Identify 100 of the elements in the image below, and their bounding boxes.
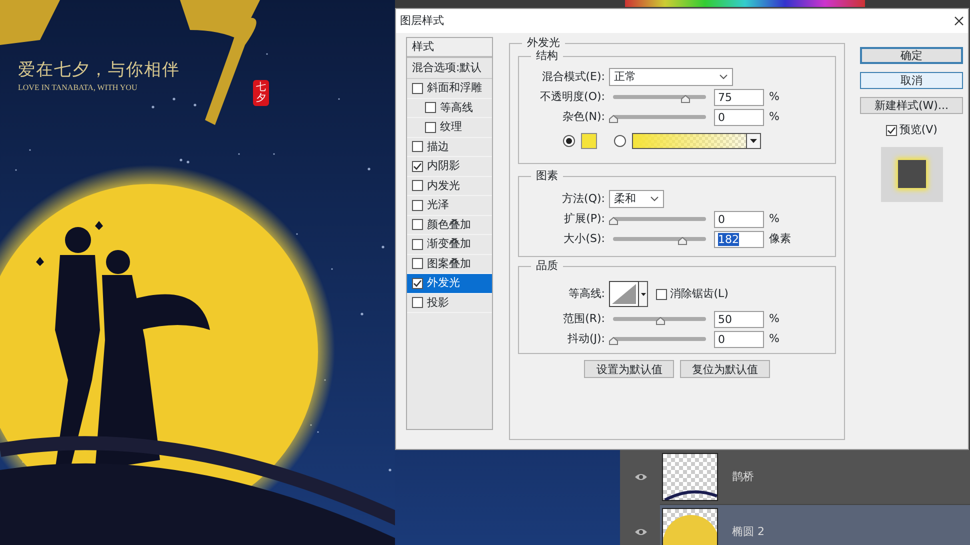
radio-button[interactable] <box>563 135 575 147</box>
group-title: 外发光 <box>522 36 565 50</box>
style-item[interactable]: 等高线 <box>407 98 492 118</box>
radio-button[interactable] <box>614 135 626 147</box>
style-item[interactable]: 内阴影 <box>407 157 492 176</box>
checkbox[interactable] <box>425 122 436 133</box>
unit-label: % <box>769 330 780 347</box>
checkbox[interactable] <box>412 141 423 152</box>
value-field[interactable]: 0 <box>714 330 764 348</box>
field-label: 混合模式(E): <box>540 68 606 85</box>
checkbox[interactable] <box>412 200 423 211</box>
reset-button[interactable]: 复位为默认值 <box>680 360 770 378</box>
checkbox[interactable] <box>412 278 423 289</box>
field-label: 大小(S): <box>562 230 606 247</box>
unit-label: % <box>769 108 780 125</box>
layer-name: 椭圆 2 <box>732 524 764 540</box>
slider-thumb[interactable] <box>609 115 618 123</box>
value-field[interactable]: 50 <box>714 310 764 328</box>
seal-stamp: 七夕 <box>253 80 269 106</box>
caret-icon <box>750 139 756 143</box>
contour-picker[interactable] <box>609 281 639 307</box>
checkbox[interactable] <box>412 180 423 192</box>
checkbox[interactable] <box>886 124 897 136</box>
value-field[interactable]: 0 <box>714 210 764 228</box>
group-title: 结构 <box>531 49 563 63</box>
checkbox[interactable] <box>412 219 423 230</box>
check-icon <box>413 278 422 288</box>
slider-thumb[interactable] <box>678 237 687 245</box>
style-label: 投影 <box>427 294 449 310</box>
gradient-picker[interactable] <box>632 133 746 149</box>
dialog-button[interactable]: 取消 <box>860 72 963 89</box>
unit-label: 像素 <box>769 230 791 247</box>
eye-icon <box>634 527 648 537</box>
poster-tagline: 爱在七夕，与你相伴 <box>18 59 180 82</box>
field-label: 范围(R): <box>562 310 606 327</box>
checkbox[interactable] <box>412 238 423 250</box>
field-label: 不透明度(O): <box>539 88 606 105</box>
group-title: 品质 <box>531 259 563 273</box>
dialog-button[interactable]: 确定 <box>860 47 963 64</box>
field-label: 抖动(J): <box>566 330 606 347</box>
style-item[interactable]: 光泽 <box>407 196 492 216</box>
layer-thumbnail <box>662 453 718 501</box>
checkbox[interactable] <box>656 288 667 300</box>
checkbox-label: 消除锯齿(L) <box>670 286 728 302</box>
reset-button[interactable]: 设置为默认值 <box>584 360 674 378</box>
unit-label: % <box>769 310 780 327</box>
checkbox[interactable] <box>412 160 423 172</box>
style-label: 图案叠加 <box>427 256 471 272</box>
style-item[interactable]: 内发光 <box>407 176 492 196</box>
style-item[interactable]: 投影 <box>407 294 492 313</box>
style-item[interactable]: 斜面和浮雕 <box>407 79 492 98</box>
dialog-title: 图层样式 <box>400 12 444 29</box>
style-item[interactable]: 描边 <box>407 138 492 157</box>
style-label: 外发光 <box>427 275 460 291</box>
value-field[interactable]: 182 <box>714 230 764 248</box>
style-item[interactable]: 外发光 <box>407 274 492 294</box>
slider-thumb[interactable] <box>656 317 664 325</box>
style-label: 内阴影 <box>427 158 460 174</box>
value-field[interactable]: 0 <box>714 108 764 126</box>
dropdown[interactable]: 柔和 <box>609 190 664 208</box>
preview-swatch <box>880 146 942 202</box>
field-label: 杂色(N): <box>561 108 606 125</box>
group-title: 图素 <box>531 169 563 183</box>
dropdown-button[interactable] <box>639 281 648 307</box>
layer-thumbnail <box>662 508 718 545</box>
checkbox[interactable] <box>412 82 423 94</box>
eye-icon <box>634 472 648 482</box>
checkbox[interactable] <box>412 297 423 308</box>
field-label: 方法(Q): <box>561 190 606 207</box>
value-field[interactable]: 75 <box>714 88 764 106</box>
dropdown-button[interactable] <box>746 133 760 149</box>
color-swatch-strip[interactable] <box>625 0 865 7</box>
color-swatch[interactable] <box>580 133 596 149</box>
chevron-icon <box>719 74 728 80</box>
unit-label: % <box>769 210 780 227</box>
blend-options-item[interactable]: 混合选项:默认 <box>407 58 492 79</box>
styles-header: 样式 <box>407 38 492 58</box>
check-icon <box>413 162 422 171</box>
style-item[interactable]: 渐变叠加 <box>407 235 492 254</box>
style-item[interactable]: 颜色叠加 <box>407 216 492 235</box>
checkbox[interactable] <box>425 102 436 114</box>
field-label: 扩展(P): <box>563 210 606 227</box>
field-label: 等高线: <box>567 286 606 302</box>
slider-thumb[interactable] <box>680 95 690 103</box>
style-label: 等高线 <box>440 100 473 116</box>
style-label: 渐变叠加 <box>427 236 471 252</box>
dropdown[interactable]: 正常 <box>609 68 733 86</box>
style-label: 斜面和浮雕 <box>427 80 482 96</box>
checkbox-label: 预览(V) <box>899 122 938 138</box>
unit-label: % <box>769 88 780 105</box>
style-label: 光泽 <box>427 197 449 213</box>
close-icon[interactable] <box>954 16 964 26</box>
checkbox[interactable] <box>412 258 423 270</box>
style-item[interactable]: 纹理 <box>407 118 492 138</box>
style-label: 描边 <box>427 138 449 154</box>
dialog-button[interactable]: 新建样式(W)... <box>860 97 963 114</box>
style-label: 内发光 <box>427 178 460 194</box>
caret-icon <box>640 292 646 296</box>
slider-thumb[interactable] <box>609 337 618 345</box>
slider-thumb[interactable] <box>609 217 618 225</box>
